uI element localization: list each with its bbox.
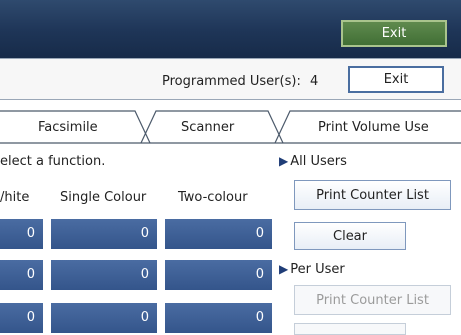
tab-facsimile[interactable]: Facsimile <box>38 120 98 135</box>
counter-cell: 0 <box>165 219 272 249</box>
print-counter-list-all-button[interactable]: Print Counter List <box>294 180 451 210</box>
column-header-two-colour: Two-colour <box>178 190 248 205</box>
exit-button[interactable]: Exit <box>348 66 444 93</box>
per-user-label: Per User <box>290 262 345 277</box>
all-users-section: ▶ All Users <box>279 154 347 169</box>
tab-print-volume-use[interactable]: Print Volume Use <box>318 120 429 135</box>
clear-button[interactable]: Clear <box>294 222 406 250</box>
counter-cell: 0 <box>165 260 272 290</box>
counter-cell: 0 <box>0 260 43 290</box>
programmed-users-label: Programmed User(s): <box>162 74 301 89</box>
counter-cell: 0 <box>0 219 43 249</box>
column-header-white: /hite <box>0 190 30 205</box>
header-exit-button[interactable]: Exit <box>341 20 447 47</box>
all-users-label: All Users <box>290 154 347 169</box>
triangle-right-icon: ▶ <box>279 262 289 276</box>
counter-cell: 0 <box>51 219 157 249</box>
column-header-single-colour: Single Colour <box>60 190 147 205</box>
print-counter-list-per-user-button[interactable]: Print Counter List <box>294 285 451 315</box>
counter-cell: 0 <box>51 260 157 290</box>
per-user-section: ▶ Per User <box>279 262 345 277</box>
triangle-right-icon: ▶ <box>279 154 289 168</box>
tab-scanner[interactable]: Scanner <box>181 120 234 135</box>
select-function-prompt: elect a function. <box>0 154 106 169</box>
programmed-users-count: 4 <box>310 74 319 89</box>
partial-button[interactable] <box>294 323 406 335</box>
